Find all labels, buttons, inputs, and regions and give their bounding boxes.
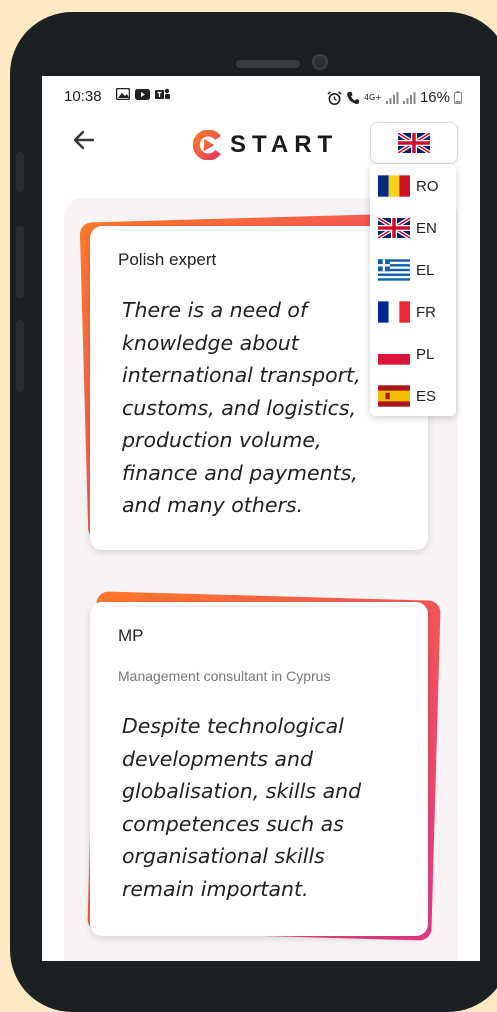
side-button: [16, 320, 24, 392]
arrow-left-icon[interactable]: [72, 128, 96, 152]
battery-icon: [454, 91, 462, 104]
quote-line: production volume,: [122, 428, 322, 452]
image-icon: [115, 87, 131, 101]
language-option-ro[interactable]: RO: [378, 172, 439, 200]
quote-line: and many others.: [122, 493, 304, 517]
language-option-pl[interactable]: PL: [378, 340, 434, 368]
language-code: EN: [416, 219, 437, 237]
signal-icon: [385, 91, 399, 104]
quote-line: There is a need of: [122, 298, 308, 322]
language-code: ES: [416, 387, 437, 405]
notification-icons: [115, 87, 171, 104]
language-option-fr[interactable]: FR: [378, 298, 436, 326]
earpiece-speaker: [236, 60, 300, 68]
france-flag-icon: [378, 301, 410, 323]
language-option-el[interactable]: EL: [378, 256, 434, 284]
alarm-icon: [327, 90, 342, 105]
battery-percent: 16%: [419, 89, 450, 106]
spain-flag-icon: [378, 385, 410, 407]
phone-screen: 10:38 4G+ 16% START Polish expert There …: [42, 76, 480, 961]
status-bar: 10:38 4G+ 16%: [42, 76, 480, 118]
quote-line: organisational skills: [122, 844, 325, 868]
language-selector-button[interactable]: [370, 122, 458, 164]
logo-text: START: [230, 131, 339, 158]
side-button: [16, 226, 24, 298]
quote-line: knowledge about: [122, 330, 299, 355]
testimonial-role: Management consultant in Cyprus: [118, 668, 331, 684]
poland-flag-icon: [378, 343, 410, 365]
language-option-en[interactable]: EN: [378, 214, 437, 242]
quote-line: Despite technological: [122, 714, 344, 738]
quote-line: globalisation, skills and: [122, 779, 362, 803]
app-logo: START: [192, 130, 338, 160]
testimonial-quote: There is a need of knowledge about inter…: [122, 294, 392, 522]
4g-icon: 4G+: [363, 92, 382, 102]
uk-flag-icon: [378, 217, 410, 239]
signal-icon: [402, 91, 416, 104]
testimonial-author: MP: [118, 626, 144, 645]
uk-flag-icon: [398, 133, 430, 153]
language-code: RO: [416, 177, 439, 195]
quote-line: remain important.: [122, 876, 309, 901]
quote-line: customs, and logistics,: [122, 395, 357, 420]
language-option-es[interactable]: ES: [378, 382, 436, 410]
language-code: EL: [416, 261, 435, 279]
greece-flag-icon: [378, 259, 410, 281]
side-button: [16, 152, 24, 192]
front-camera: [312, 54, 328, 70]
status-time: 10:38: [64, 88, 102, 105]
language-code: FR: [416, 303, 436, 321]
call-icon: [346, 91, 359, 104]
romania-flag-icon: [378, 175, 410, 197]
youtube-icon: [135, 89, 151, 100]
quote-line: finance and payments,: [122, 460, 358, 485]
quote-line: developments and: [122, 746, 313, 771]
testimonial-card-body: MP Management consultant in Cyprus Despi…: [90, 602, 428, 936]
language-code: PL: [416, 345, 435, 363]
quote-line: competences such as: [122, 811, 344, 836]
testimonial-quote: Despite technological developments and g…: [122, 710, 392, 905]
status-right-group: 4G+ 16%: [327, 89, 462, 106]
teams-icon: [155, 88, 171, 99]
start-logo-icon: [192, 130, 221, 160]
quote-line: international transport,: [122, 363, 361, 387]
testimonial-author: Polish expert: [118, 250, 217, 269]
language-dropdown-menu: RO EN EL FR PL ES: [370, 164, 456, 416]
